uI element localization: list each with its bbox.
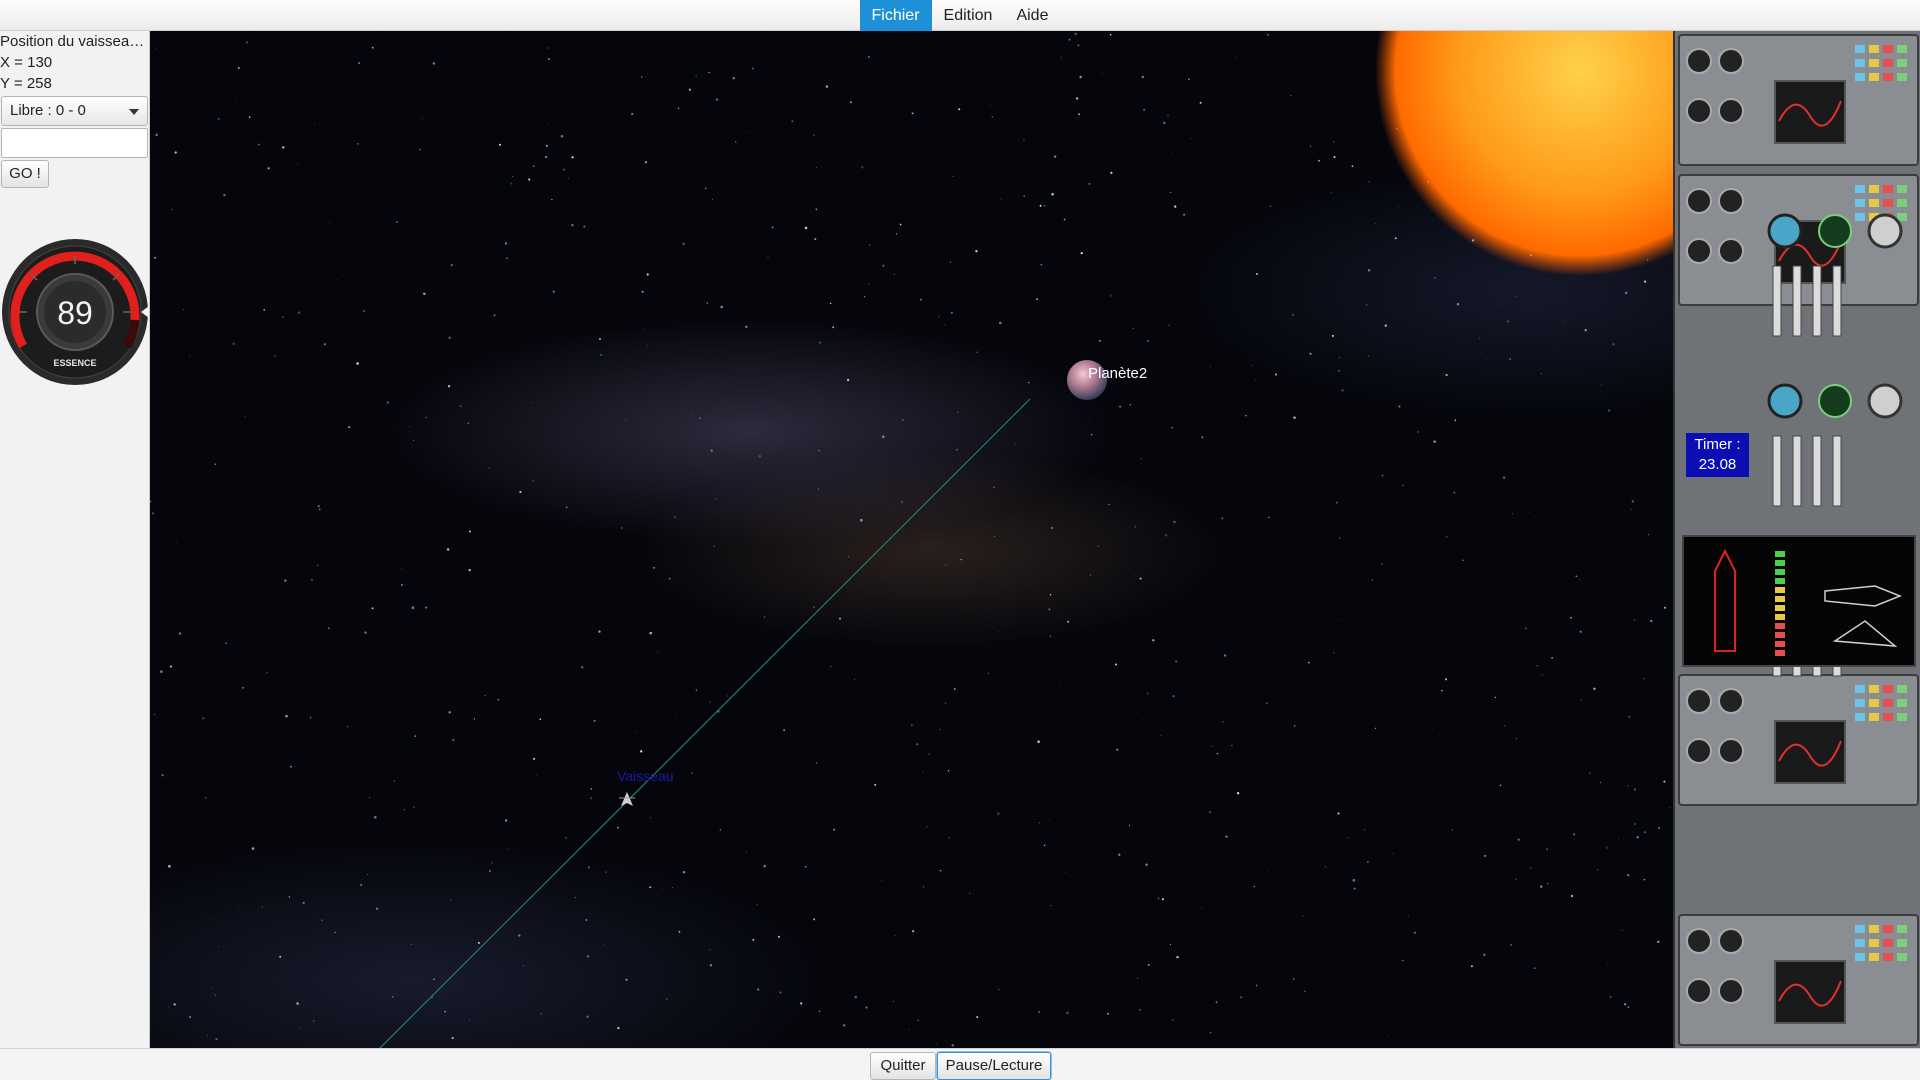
timer-value: 23.08 bbox=[1698, 456, 1737, 473]
fuel-gauge: 89 ESSENCE bbox=[2, 239, 149, 385]
control-panel-art bbox=[1678, 34, 1919, 1046]
bottom-bar: Quitter Pause/Lecture bbox=[0, 1048, 1920, 1080]
space-view[interactable]: Planète2 Vaisseau bbox=[150, 31, 1673, 1048]
ship-y-coordinate: Y = 258 bbox=[0, 75, 52, 92]
menu-bar: Fichier Edition Aide bbox=[0, 0, 1920, 31]
destination-select[interactable]: Libre : 0 - 0 bbox=[1, 96, 148, 126]
control-panel: Timer : 23.08 bbox=[1673, 31, 1920, 1048]
destination-input[interactable] bbox=[1, 128, 148, 158]
ship-label: Vaisseau bbox=[617, 768, 674, 784]
planet-label: Planète2 bbox=[1088, 365, 1148, 382]
quit-button[interactable]: Quitter bbox=[870, 1052, 936, 1080]
fuel-value: 89 bbox=[57, 295, 93, 331]
ship-position-title: Position du vaisseau ... bbox=[0, 33, 150, 50]
destination-select-value: Libre : 0 - 0 bbox=[10, 102, 86, 119]
timer-display: Timer : 23.08 bbox=[1686, 433, 1749, 477]
space-objects bbox=[379, 31, 1673, 1048]
menu-fichier[interactable]: Fichier bbox=[859, 0, 932, 31]
sun-icon bbox=[1375, 31, 1673, 276]
menu-aide[interactable]: Aide bbox=[1004, 0, 1060, 31]
trajectory-line bbox=[379, 398, 1031, 1048]
left-panel: Position du vaisseau ... X = 130 Y = 258… bbox=[0, 31, 150, 1048]
timer-label: Timer : bbox=[1694, 436, 1741, 453]
chevron-down-icon bbox=[129, 109, 139, 115]
menu-edition[interactable]: Edition bbox=[932, 0, 1005, 31]
pause-play-button[interactable]: Pause/Lecture bbox=[937, 1052, 1051, 1080]
fuel-label: ESSENCE bbox=[53, 358, 96, 368]
ship-x-coordinate: X = 130 bbox=[0, 54, 53, 71]
go-button[interactable]: GO ! bbox=[1, 160, 49, 188]
spaceship-icon[interactable] bbox=[619, 792, 635, 806]
